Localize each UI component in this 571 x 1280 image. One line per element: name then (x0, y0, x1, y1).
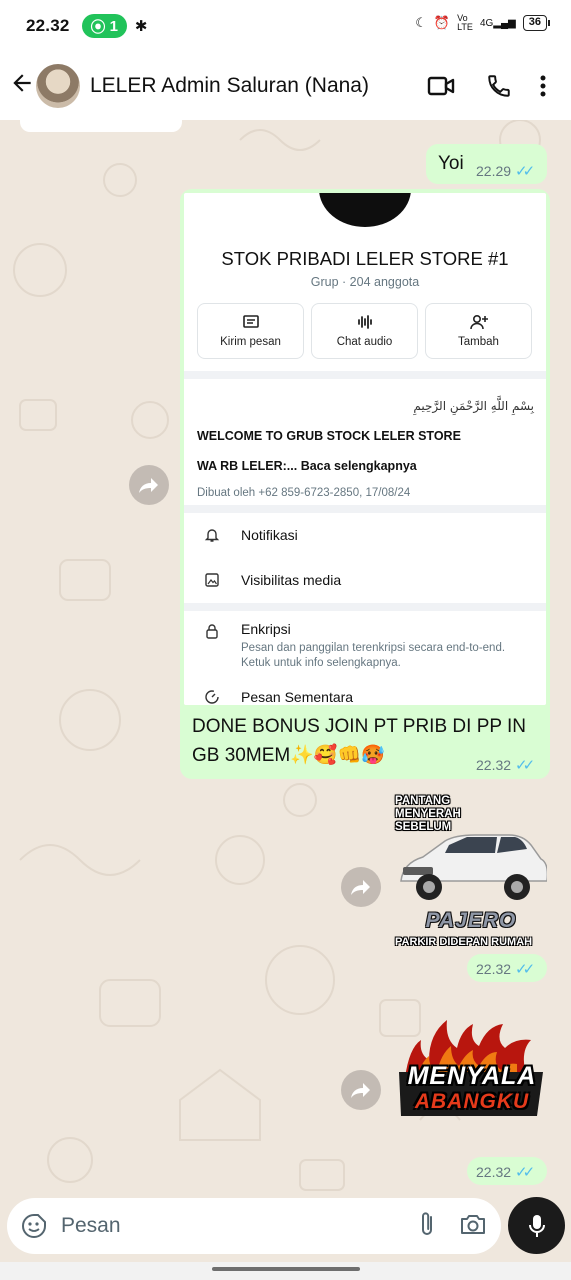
encryption-section: Enkripsi Pesan dan panggilan terenkripsi… (184, 611, 546, 705)
group-name: STOK PRIBADI LELER STORE #1 (221, 248, 509, 269)
moon-icon: ☾ (415, 15, 427, 30)
alarm-icon: ⏰ (433, 15, 451, 30)
hotspot-count: 1 (109, 17, 118, 35)
read-ticks-icon: ✓✓ (515, 1164, 535, 1181)
read-ticks-icon: ✓✓ (515, 757, 535, 774)
phone-call-icon[interactable] (477, 73, 521, 99)
camera-icon[interactable] (459, 1212, 487, 1241)
avatar[interactable] (36, 64, 80, 108)
forward-button[interactable] (129, 465, 169, 505)
message-bubble[interactable]: Yoi 22.29 ✓✓ (426, 144, 547, 184)
forward-button[interactable] (341, 1070, 381, 1110)
message-time: 22.29 (476, 163, 512, 179)
created-by-text: Dibuat oleh +62 859-6723-2850, 17/08/24 (197, 487, 411, 499)
signal-icon: 4G▂▄▆ (479, 17, 516, 29)
encryption-subtext: Pesan dan panggilan terenkripsi secara e… (241, 642, 506, 669)
car-image (400, 834, 547, 900)
image-icon (204, 572, 220, 588)
sticker-text-line1: MENYALA (407, 1062, 537, 1090)
sticker-bottom-text: PARKIR DIDEPAN RUMAH (395, 936, 533, 948)
sticker-meta-bubble: 22.32 ✓✓ (467, 954, 547, 982)
sticker-emoji-icon[interactable] (21, 1213, 47, 1239)
hotspot-badge: ⦿ 1 (81, 14, 127, 38)
gear-icon: ✱ (134, 18, 148, 35)
welcome-text: WELCOME TO GRUB STOCK LELER STORE (197, 429, 461, 443)
read-ticks-icon: ✓✓ (515, 163, 535, 180)
sticker-pajero[interactable]: PANTANG MENYERAH SEBELUM PAJERO PARKIR D… (395, 795, 547, 951)
sticker-text-line2: ABANGKU (414, 1090, 530, 1113)
read-ticks-icon: ✓✓ (515, 961, 535, 978)
message-meta: 22.32 ✓✓ (476, 756, 535, 774)
volte-icon: Vo LTE (457, 13, 473, 32)
mic-icon (528, 1214, 545, 1237)
sticker-menyala[interactable]: MENYALA ABANGKU (395, 1018, 547, 1130)
message-input-bar (7, 1198, 501, 1254)
lock-icon (204, 623, 220, 639)
timer-icon (204, 689, 220, 705)
status-icons: ☾ ⏰ Vo LTE 4G▂▄▆ 36 (415, 13, 551, 32)
more-options-icon[interactable] (521, 75, 565, 97)
battery-indicator: 36 (522, 15, 551, 31)
audio-wave-icon (312, 314, 417, 332)
shared-screenshot[interactable]: STOK PRIBADI LELER STORE #1 Grup · 204 a… (184, 193, 546, 705)
home-indicator[interactable] (212, 1267, 360, 1271)
add-member-action: Tambah (425, 303, 532, 359)
message-icon (198, 314, 303, 332)
sticker-brand-text: PAJERO (425, 909, 517, 932)
sticker-meta-bubble: 22.32 ✓✓ (467, 1157, 547, 1185)
group-subtitle: Grup · 204 anggota (310, 275, 420, 289)
message-meta: 22.29 ✓✓ (476, 162, 535, 180)
voice-record-button[interactable] (508, 1197, 565, 1254)
group-description-section: بِسْمِ اللَّهِ الرَّحْمَنِ الرَّحِيمِ WE… (184, 379, 546, 505)
bell-icon (204, 527, 220, 543)
bismillah-text: بِسْمِ اللَّهِ الرَّحْمَنِ الرَّحِيمِ (413, 399, 534, 413)
forward-button[interactable] (341, 867, 381, 907)
notifications-row: Notifikasi (184, 527, 546, 549)
message-time: 22.32 (476, 961, 512, 977)
group-info-section: STOK PRIBADI LELER STORE #1 Grup · 204 a… (184, 193, 546, 371)
previous-message-edge (20, 116, 182, 132)
description-text: WA RB LELER:... Baca selengkapnya (197, 459, 417, 473)
media-visibility-row: Visibilitas media (184, 572, 546, 594)
message-text: Yoi (438, 153, 464, 174)
chat-title[interactable]: LELER Admin Saluran (Nana) (90, 74, 419, 98)
chat-header: LELER Admin Saluran (Nana) (0, 52, 571, 120)
hotspot-icon: ⦿ (90, 18, 106, 36)
encryption-row: Enkripsi Pesan dan panggilan terenkripsi… (184, 621, 546, 681)
message-input[interactable] (61, 1214, 417, 1238)
status-time: 22.32 (26, 16, 70, 35)
add-person-icon (426, 314, 531, 332)
group-logo (319, 193, 411, 227)
audio-chat-action: Chat audio (311, 303, 418, 359)
system-nav-bar (0, 1262, 571, 1280)
send-message-action: Kirim pesan (197, 303, 304, 359)
video-call-icon[interactable] (419, 75, 463, 97)
status-bar: 22.32 ⦿ 1 ✱ ☾ ⏰ Vo LTE 4G▂▄▆ 36 (0, 0, 571, 52)
message-time: 22.32 (476, 1164, 512, 1180)
disappearing-messages-row: Pesan Sementara (184, 689, 546, 705)
settings-section: Notifikasi Visibilitas media (184, 513, 546, 603)
attach-icon[interactable] (417, 1210, 437, 1243)
message-time: 22.32 (476, 757, 512, 773)
